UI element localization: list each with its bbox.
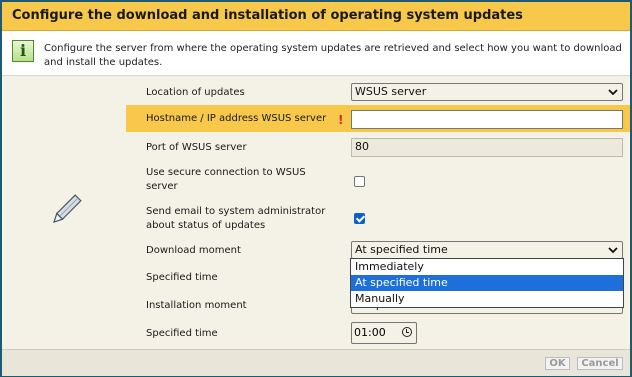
install-time-input[interactable]: 01:00 <box>351 322 417 344</box>
install-moment-label: Installation moment <box>146 300 247 311</box>
update-settings-dialog: Configure the download and installation … <box>0 0 632 377</box>
row-email: Send email to system administrator about… <box>126 205 630 235</box>
info-bar: i Configure the server from where the op… <box>2 31 630 76</box>
dialog-title-bar: Configure the download and installation … <box>2 2 630 31</box>
option-manually[interactable]: Manually <box>351 291 623 307</box>
info-icon: i <box>12 40 34 62</box>
chevron-down-icon <box>608 247 618 254</box>
location-value: WSUS server <box>355 85 427 98</box>
info-text: Configure the server from where the oper… <box>44 43 622 68</box>
option-immediately[interactable]: Immediately <box>351 259 623 275</box>
email-admin-checkbox[interactable] <box>354 213 365 224</box>
option-at-specified-time[interactable]: At specified time <box>351 275 623 291</box>
hostname-label: Hostname / IP address WSUS server <box>146 113 327 124</box>
port-input[interactable]: 80 <box>351 138 623 157</box>
download-moment-label: Download moment <box>146 245 241 256</box>
row-secure: Use secure connection to WSUS server <box>126 166 630 196</box>
location-select[interactable]: WSUS server <box>351 83 623 101</box>
ok-button[interactable]: OK <box>545 357 570 370</box>
port-label: Port of WSUS server <box>146 142 247 153</box>
install-time-value: 01:00 <box>354 326 386 339</box>
dialog-title: Configure the download and installation … <box>12 8 523 23</box>
download-time-label: Specified time <box>146 272 218 283</box>
secure-connection-checkbox[interactable] <box>354 176 365 187</box>
required-indicator: ! <box>338 113 344 127</box>
pencil-icon <box>53 194 82 223</box>
cancel-button[interactable]: Cancel <box>577 357 623 370</box>
download-moment-select[interactable]: At specified time <box>351 241 623 259</box>
hostname-input[interactable] <box>351 110 623 129</box>
clock-icon[interactable] <box>402 327 412 337</box>
download-moment-value: At specified time <box>355 243 448 256</box>
location-label: Location of updates <box>146 87 245 98</box>
secure-label: Use secure connection to WSUS server <box>146 167 306 192</box>
dialog-footer: OK Cancel <box>2 349 630 376</box>
chevron-down-icon <box>608 89 618 96</box>
install-time-label: Specified time <box>146 328 218 339</box>
email-label: Send email to system administrator about… <box>146 206 326 231</box>
download-moment-options: Immediately At specified time Manually <box>350 258 624 308</box>
